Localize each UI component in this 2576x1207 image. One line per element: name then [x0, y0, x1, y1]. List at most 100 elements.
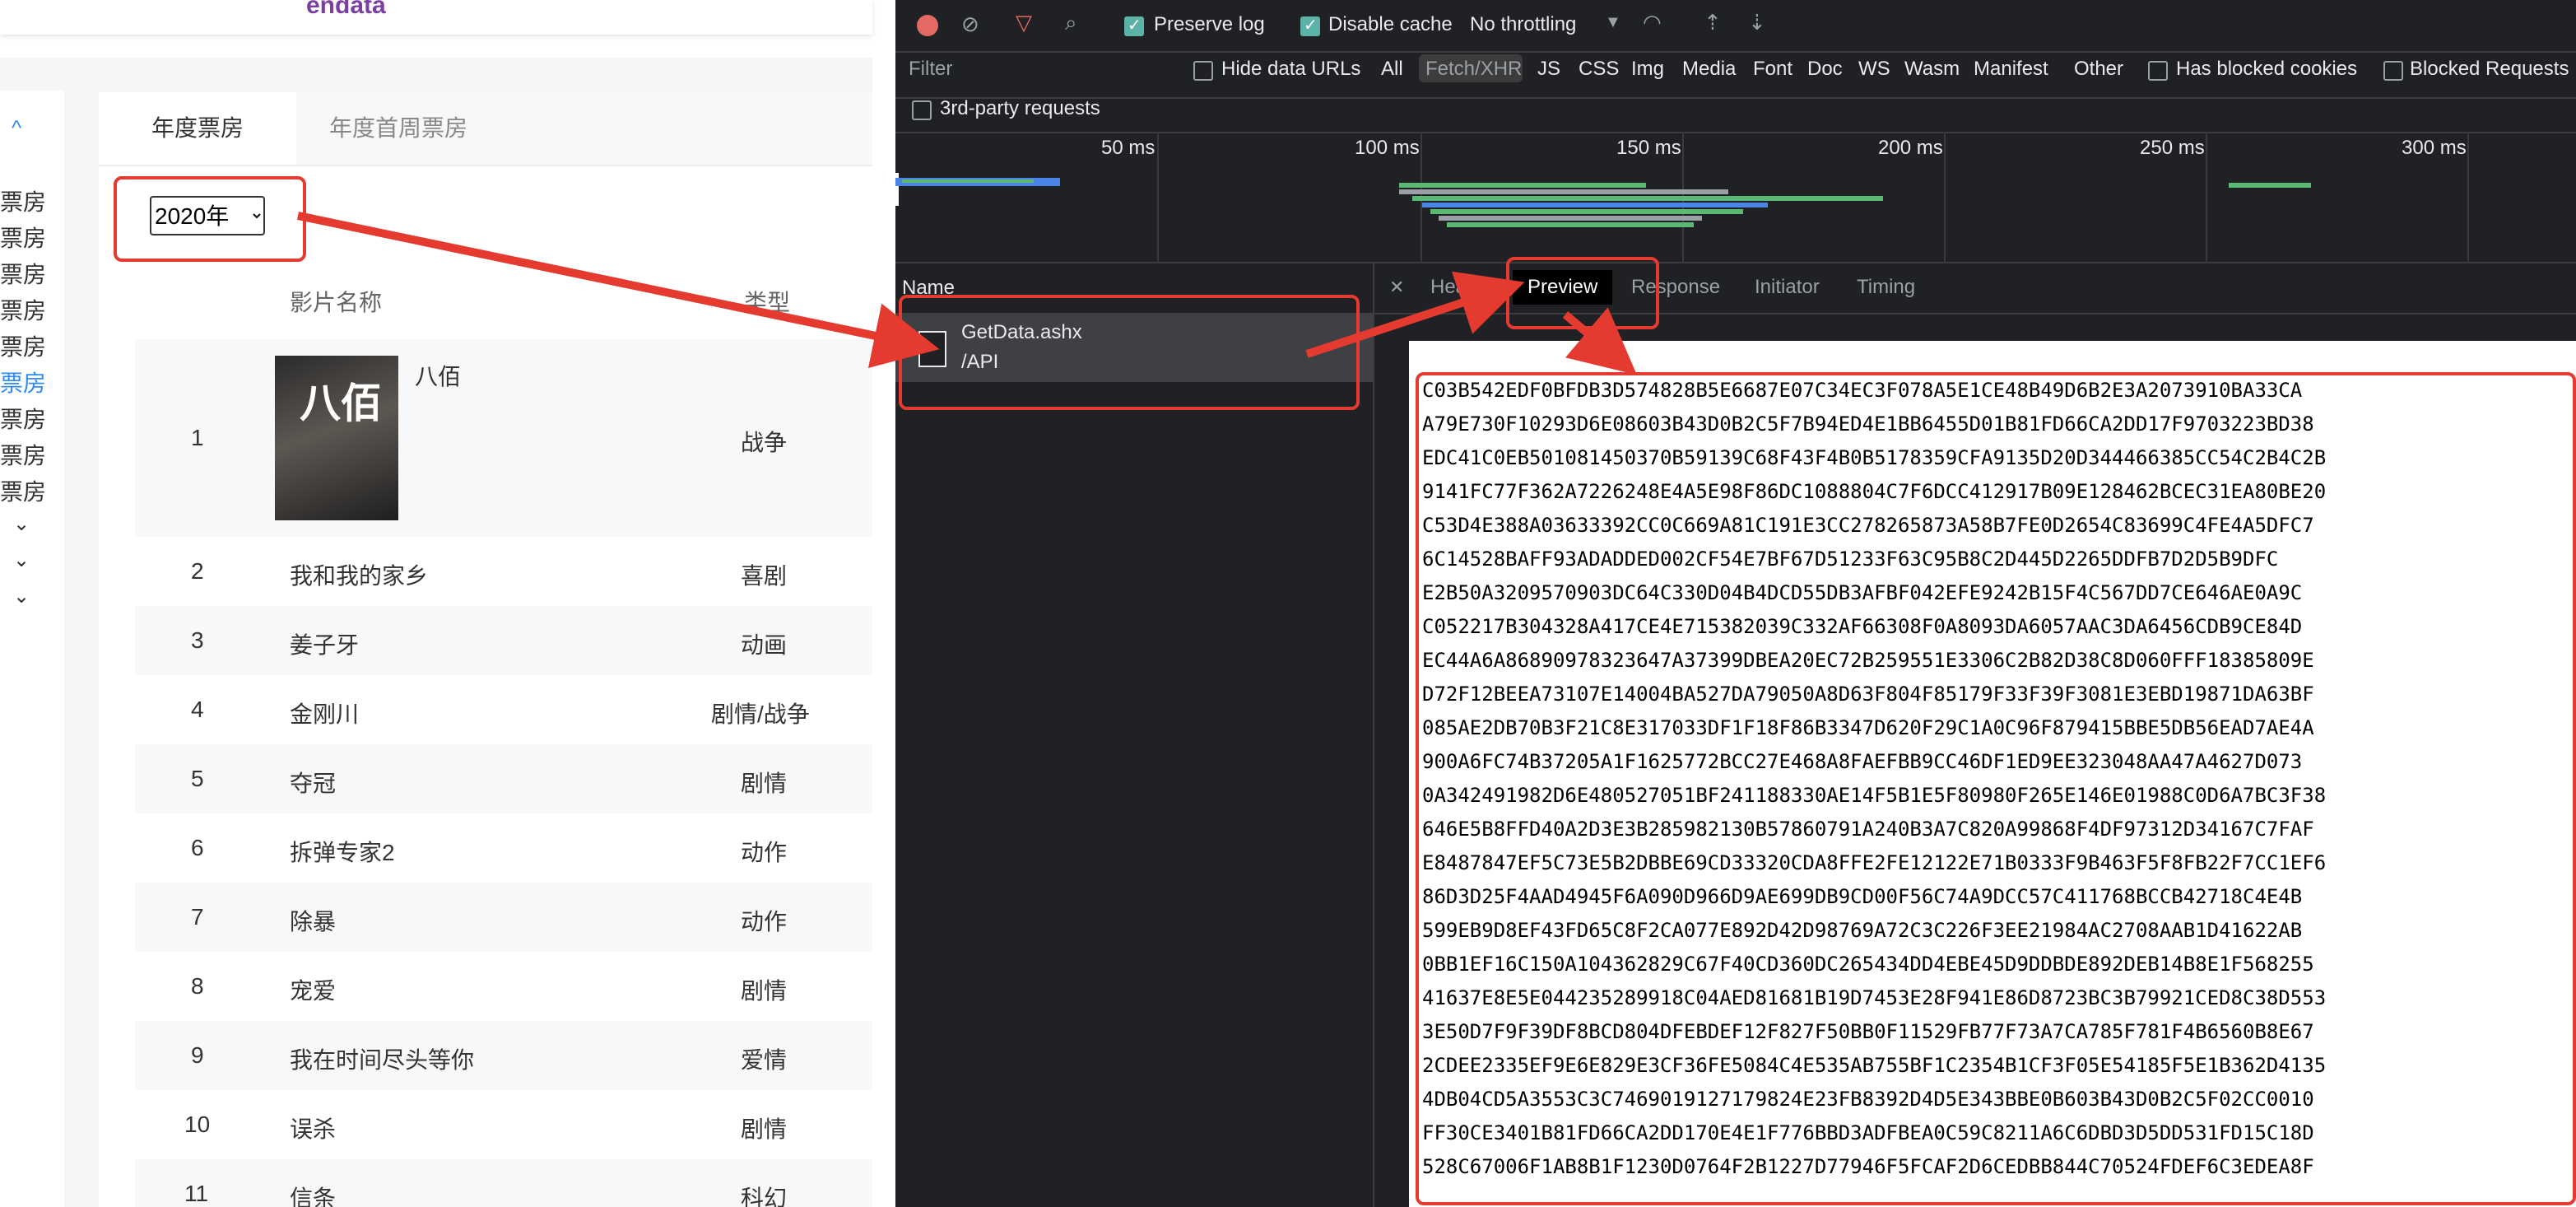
website-panel: endata ^ 票房 票房 票房 票房 票房 票房 票房 票房 票房 ⌄ ⌄ … [0, 0, 895, 1207]
table-row[interactable]: 9 我在时间尽头等你 爱情 [135, 1021, 872, 1090]
timeline-overview[interactable]: 50 ms 100 ms 150 ms 200 ms 250 ms 300 ms [895, 132, 2576, 263]
movie-title[interactable]: 我和我的家乡 [290, 558, 428, 591]
rank: 1 [191, 425, 204, 450]
table-row[interactable]: 4 金刚川 剧情/战争 [135, 675, 872, 744]
rank: 5 [191, 766, 204, 791]
rank: 2 [191, 558, 204, 584]
sidebar-item[interactable]: 票房 [0, 184, 64, 217]
close-icon[interactable]: ✕ [1389, 262, 1404, 313]
caret-down-icon[interactable]: ▼ [1605, 13, 1621, 32]
filter-type-img[interactable]: Img [1631, 58, 1664, 81]
site-logo[interactable]: endata [306, 0, 438, 21]
movie-title[interactable]: 除暴 [290, 904, 336, 937]
chevron-down-icon[interactable]: ⌄ [13, 585, 30, 608]
has-blocked-cookies-label: Has blocked cookies [2176, 58, 2358, 80]
highlight-preview-tab [1506, 257, 1659, 329]
filter-type-all[interactable]: All [1381, 58, 1403, 81]
movie-genre: 动作 [741, 840, 788, 865]
movie-title[interactable]: 宠爱 [290, 973, 336, 1006]
timeline-gridline [1944, 132, 1946, 262]
movie-title[interactable]: 我在时间尽头等你 [290, 1042, 474, 1075]
filter-type-wasm[interactable]: Wasm [1904, 58, 1960, 81]
blocked-requests-checkbox[interactable] [2383, 61, 2403, 81]
column-header-genre: 类型 [744, 290, 791, 315]
timeline-tick: 200 ms [1878, 137, 1943, 159]
third-party-bar [895, 97, 2576, 133]
sidebar-item[interactable]: 票房 [0, 474, 64, 507]
tab-annual-box-office[interactable]: 年度票房 [99, 92, 297, 165]
movie-title[interactable]: 信条 [290, 1181, 336, 1207]
table-row[interactable]: 3 姜子牙 动画 [135, 606, 872, 675]
filter-type-ws[interactable]: WS [1858, 58, 1890, 81]
record-icon[interactable] [917, 15, 938, 36]
timeline-gridline [2206, 132, 2207, 262]
sidebar-item[interactable]: 票房 [0, 293, 64, 326]
third-party-label: 3rd-party requests [940, 97, 1100, 119]
hide-data-urls-checkbox[interactable] [1193, 61, 1213, 81]
clear-icon[interactable]: ⊘ [961, 12, 979, 37]
timeline-tick: 300 ms [2402, 137, 2467, 159]
filter-type-fetch-xhr[interactable]: Fetch/XHR [1425, 58, 1522, 81]
table-row[interactable]: 2 我和我的家乡 喜剧 [135, 537, 872, 606]
timeline-tick: 250 ms [2140, 137, 2205, 159]
chevron-up-icon[interactable]: ^ [12, 115, 36, 140]
filter-input[interactable]: Filter [909, 58, 952, 81]
hide-data-urls-label: Hide data URLs [1221, 58, 1361, 80]
preserve-log-checkbox[interactable] [1124, 15, 1144, 36]
movie-title[interactable]: 夺冠 [290, 766, 336, 799]
preserve-log-label: Preserve log [1154, 13, 1265, 35]
timeline-tick: 50 ms [1101, 137, 1155, 159]
sidebar-item[interactable]: 票房 [0, 329, 64, 362]
table-row[interactable]: 10 误杀 剧情 [135, 1090, 872, 1159]
sidebar-item[interactable]: 票房 [0, 257, 64, 290]
table-row[interactable]: 1 八佰 八佰 战争 [135, 339, 872, 537]
sidebar-item[interactable]: 票房 [0, 402, 64, 435]
tab-headers[interactable]: Headers [1430, 262, 1505, 313]
highlight-request [899, 295, 1360, 410]
table-row[interactable]: 8 宠爱 剧情 [135, 952, 872, 1021]
tab-first-week-box-office[interactable]: 年度首周票房 [277, 92, 520, 165]
import-har-icon[interactable]: ⇡ [1704, 10, 1722, 35]
filter-type-other[interactable]: Other [2074, 58, 2123, 81]
tab-timing[interactable]: Timing [1857, 262, 1915, 313]
has-blocked-cookies-checkbox[interactable] [2148, 61, 2168, 81]
filter-icon[interactable]: ▽ [1016, 10, 1032, 35]
disable-cache-label: Disable cache [1328, 13, 1453, 35]
table-row[interactable]: 5 夺冠 剧情 [135, 744, 872, 813]
sidebar-item-active[interactable]: 票房 [0, 366, 64, 398]
devtools-network-panel: ⊘ ▽ ⌕ Preserve log Disable cache No thro… [895, 0, 2576, 1207]
chevron-down-icon[interactable]: ⌄ [13, 512, 30, 536]
table-row[interactable]: 11 信条 科幻 [135, 1159, 872, 1207]
search-icon[interactable]: ⌕ [1065, 10, 1077, 36]
filter-type-doc[interactable]: Doc [1807, 58, 1843, 81]
filter-type-font[interactable]: Font [1753, 58, 1793, 81]
throttling-select[interactable]: No throttling [1470, 13, 1576, 36]
sidebar-item[interactable]: 票房 [0, 221, 64, 254]
third-party-checkbox[interactable] [912, 100, 932, 120]
header-bar: endata [0, 0, 872, 35]
sidebar-item[interactable]: 票房 [0, 438, 64, 471]
movie-title[interactable]: 金刚川 [290, 697, 359, 729]
movie-title[interactable]: 姜子牙 [290, 627, 359, 660]
export-har-icon[interactable]: ⇣ [1748, 10, 1766, 35]
filter-type-media[interactable]: Media [1682, 58, 1736, 81]
sidebar: ^ 票房 票房 票房 票房 票房 票房 票房 票房 票房 ⌄ ⌄ ⌄ [0, 91, 64, 1207]
movie-genre: 动作 [741, 909, 788, 934]
tab-initiator[interactable]: Initiator [1755, 262, 1820, 313]
movie-title[interactable]: 拆弹专家2 [290, 835, 395, 868]
movie-genre: 爱情 [741, 1047, 788, 1073]
movie-title[interactable]: 八佰 [415, 359, 461, 392]
rank: 9 [191, 1042, 204, 1068]
movie-title[interactable]: 误杀 [290, 1111, 336, 1144]
filter-type-manifest[interactable]: Manifest [1974, 58, 2048, 81]
disable-cache-checkbox[interactable] [1300, 15, 1320, 36]
movie-poster[interactable]: 八佰 [275, 356, 398, 520]
movie-genre: 剧情 [741, 978, 788, 1004]
network-conditions-icon[interactable]: ◠ [1643, 10, 1662, 35]
table-row[interactable]: 6 拆弹专家2 动作 [135, 813, 872, 883]
filter-type-css[interactable]: CSS [1579, 58, 1619, 81]
table-row[interactable]: 7 除暴 动作 [135, 883, 872, 952]
column-header-title: 影片名称 [290, 290, 383, 315]
chevron-down-icon[interactable]: ⌄ [13, 548, 30, 572]
filter-type-js[interactable]: JS [1537, 58, 1560, 81]
